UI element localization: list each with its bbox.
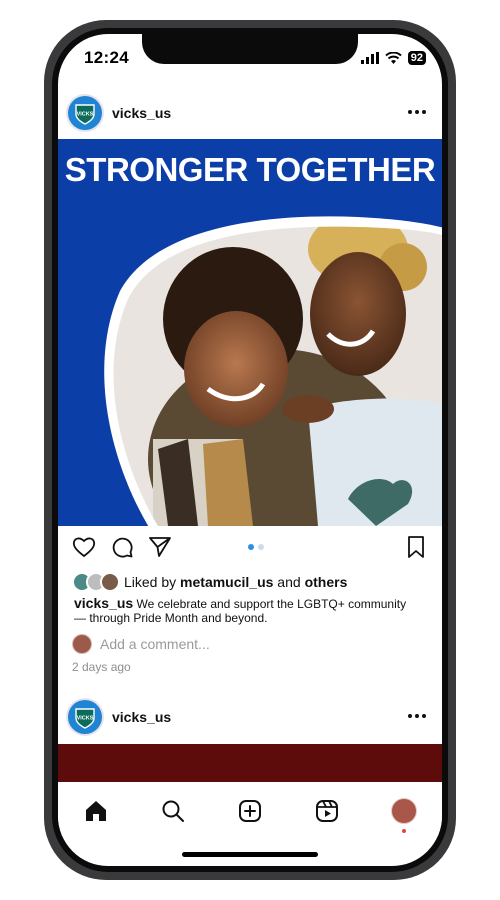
nav-search[interactable] bbox=[155, 793, 191, 829]
avatar: VICKS bbox=[68, 96, 102, 130]
post-caption: vicks_us We celebrate and support the LG… bbox=[74, 596, 414, 625]
liked-prefix: Liked by bbox=[124, 574, 181, 590]
create-icon bbox=[238, 800, 261, 822]
user-avatar bbox=[72, 634, 92, 654]
avatar-logo-text: VICKS bbox=[77, 112, 94, 118]
photo-area bbox=[104, 216, 442, 526]
status-icons: 92 bbox=[360, 51, 426, 65]
liker-avatar bbox=[100, 572, 120, 592]
carousel-indicator bbox=[248, 544, 264, 550]
carousel-dot-active bbox=[248, 544, 254, 550]
nav-profile[interactable] bbox=[386, 793, 422, 833]
avatar-logo-text: VICKS bbox=[77, 716, 94, 722]
battery-indicator: 92 bbox=[407, 51, 426, 65]
comment-input[interactable]: Add a comment... bbox=[100, 636, 210, 652]
reels-icon bbox=[315, 800, 338, 822]
status-time: 12:24 bbox=[84, 48, 129, 67]
cellular-signal-icon bbox=[360, 52, 379, 64]
post-image[interactable]: STRONGER TOGETHER bbox=[58, 139, 442, 526]
post-header: VICKS vicks_us bbox=[58, 88, 442, 138]
more-options-icon[interactable] bbox=[406, 706, 428, 726]
post-username[interactable]: vicks_us bbox=[112, 105, 171, 121]
post-username[interactable]: vicks_us bbox=[112, 709, 171, 725]
liked-others[interactable]: others bbox=[305, 574, 348, 590]
carousel-dot bbox=[258, 544, 264, 550]
more-options-icon[interactable] bbox=[406, 102, 428, 122]
heart-icon[interactable] bbox=[72, 536, 96, 558]
avatar-ring[interactable]: VICKS bbox=[66, 698, 104, 736]
wifi-icon bbox=[385, 52, 402, 64]
share-icon[interactable] bbox=[148, 536, 172, 558]
post-header-2: VICKS vicks_us bbox=[58, 692, 442, 742]
vicks-logo-icon: VICKS bbox=[75, 104, 95, 125]
avatar-ring[interactable]: VICKS bbox=[66, 94, 104, 132]
profile-avatar bbox=[390, 798, 417, 824]
vicks-logo-icon: VICKS bbox=[75, 708, 95, 729]
bookmark-icon[interactable] bbox=[406, 536, 426, 558]
post-image-2[interactable] bbox=[58, 744, 442, 782]
nav-create[interactable] bbox=[232, 793, 268, 829]
notification-dot bbox=[401, 829, 406, 833]
nav-reels[interactable] bbox=[309, 793, 345, 829]
app-screen: 12:24 92 VICKS vicks_us STRONGER TOGETHE… bbox=[58, 34, 442, 866]
add-comment-row[interactable]: Add a comment... bbox=[72, 634, 210, 654]
avatar: VICKS bbox=[68, 700, 102, 734]
post-timestamp: 2 days ago bbox=[72, 660, 131, 674]
caption-username[interactable]: vicks_us bbox=[74, 595, 133, 611]
home-indicator bbox=[182, 852, 318, 857]
liked-by[interactable]: Liked by metamucil_us and others bbox=[72, 572, 347, 592]
liked-and: and bbox=[273, 574, 305, 590]
home-icon bbox=[86, 801, 107, 821]
liked-user[interactable]: metamucil_us bbox=[180, 574, 273, 590]
nav-home[interactable] bbox=[78, 793, 114, 829]
notch bbox=[142, 34, 358, 64]
comment-icon[interactable] bbox=[110, 535, 134, 559]
bottom-nav bbox=[58, 786, 442, 836]
search-icon bbox=[162, 800, 185, 822]
post-actions bbox=[58, 532, 442, 562]
